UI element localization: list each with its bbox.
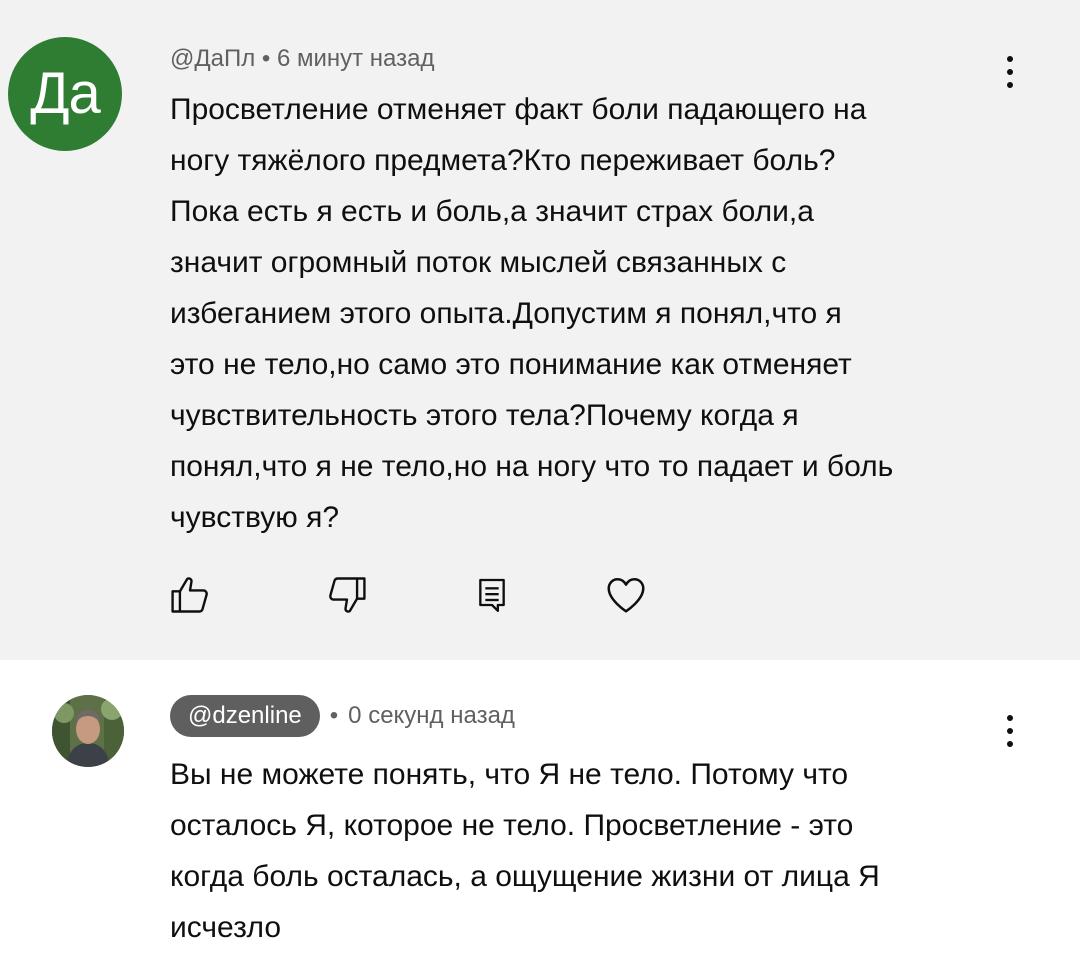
comment-highlighted: Да @ДаПл • 6 минут назад Просветление от… (0, 0, 1080, 660)
comment-text: Вы не можете понять, что Я не тело. Пото… (170, 758, 880, 944)
like-button[interactable] (165, 570, 215, 620)
dot (1007, 728, 1013, 734)
separator-dot: • (329, 702, 339, 729)
avatar[interactable]: Да (8, 37, 122, 151)
dislike-button[interactable] (322, 570, 372, 620)
author-badge[interactable]: @dzenline (170, 695, 320, 737)
dot (1007, 715, 1013, 721)
comment-time: 0 секунд назад (348, 702, 515, 729)
comment-text: Просветление отменяет факт боли падающег… (170, 93, 894, 534)
dot (1007, 56, 1013, 62)
comment-meta: @dzenline • 0 секунд назад (170, 694, 515, 738)
dot (1007, 741, 1013, 747)
comments-screen: Да @ДаПл • 6 минут назад Просветление от… (0, 0, 1080, 965)
comment-meta: @ДаПл • 6 минут назад (170, 45, 435, 72)
reply-icon (479, 578, 505, 612)
profile-photo (52, 695, 124, 767)
avatar[interactable] (52, 695, 124, 767)
reply-button[interactable] (467, 570, 517, 620)
like-icon (171, 577, 208, 613)
heart-icon (607, 578, 645, 613)
more-options-icon[interactable] (998, 707, 1022, 755)
dislike-icon (329, 577, 366, 613)
heart-button[interactable] (601, 570, 651, 620)
dot (1007, 69, 1013, 75)
